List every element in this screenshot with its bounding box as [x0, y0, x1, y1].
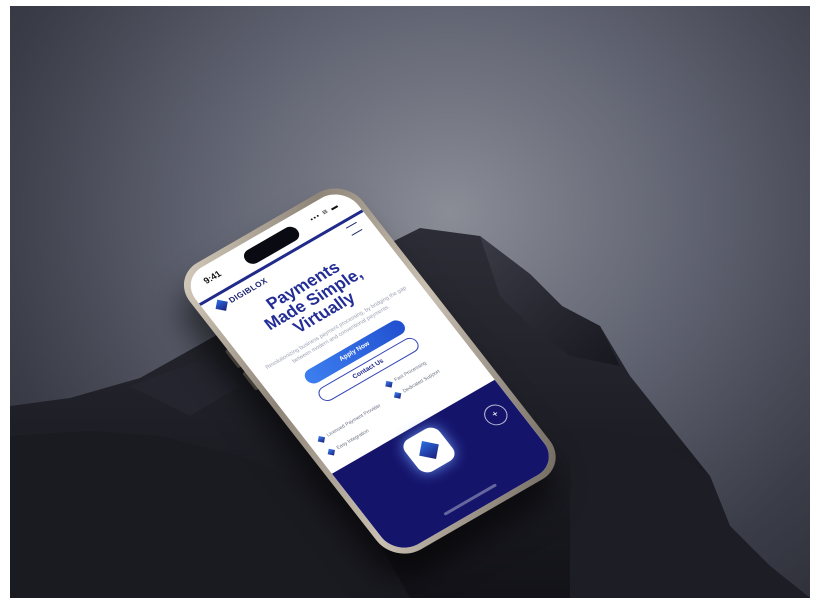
hero-title-line2: Made Simple, [260, 264, 367, 334]
diamond-bullet-icon [393, 392, 402, 399]
diamond-logo-icon [419, 441, 439, 460]
diamond-bullet-icon [385, 380, 393, 388]
plus-icon[interactable]: + [479, 400, 513, 430]
status-icons: ••• ≋ ▬ [309, 202, 341, 224]
diamond-logo-icon [215, 299, 228, 311]
home-indicator [443, 483, 498, 516]
diamond-bullet-icon [327, 448, 336, 456]
photo-scene: 9:41 ••• ≋ ▬ DIGIBLOX Payments Made Simp… [10, 6, 810, 598]
feature-label: Licensed Payment Provider [325, 402, 383, 439]
diamond-bullet-icon [317, 436, 326, 443]
app-logo-tile [399, 424, 459, 476]
hamburger-menu-icon[interactable] [345, 221, 363, 236]
status-time: 9:41 [201, 268, 224, 286]
